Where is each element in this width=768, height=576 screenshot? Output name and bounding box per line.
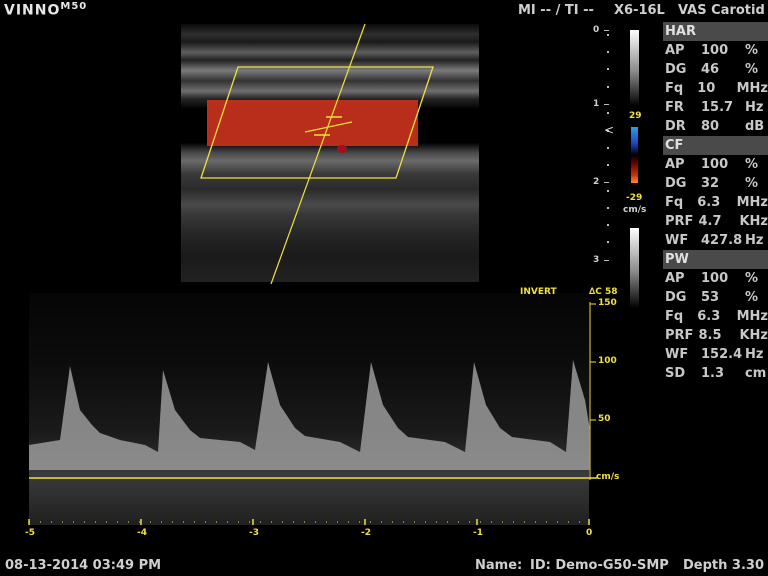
depth-readout: Depth 3.30 — [683, 558, 764, 573]
invert-label: INVERT — [520, 287, 557, 297]
param-row: AP 100% — [665, 157, 759, 172]
color-scale-unit: cm/s — [623, 205, 647, 215]
focus-marker-icon: < — [604, 123, 614, 137]
har-section-title: HAR — [663, 22, 768, 41]
param-row: PRF 8.5 KHz — [665, 328, 768, 343]
patient-id: ID: Demo-G50-SMP — [530, 558, 669, 573]
spectral-waveform — [29, 360, 590, 470]
datetime: 08-13-2014 03:49 PM — [5, 558, 162, 573]
param-row: DG 32% — [665, 176, 759, 191]
param-row: PRF 4.7 KHz — [665, 214, 768, 229]
spectral-gray-map — [630, 228, 639, 308]
velocity-label-150: 150 — [598, 298, 617, 308]
time-label: -5 — [25, 528, 35, 538]
param-row: DG 46% — [665, 62, 759, 77]
cf-section-title: CF — [663, 136, 768, 155]
time-label: -4 — [137, 528, 147, 538]
depth-label-0: 0 — [593, 25, 600, 35]
color-scale-bottom: -29 — [626, 193, 643, 203]
patient-name-label: Name: — [475, 558, 523, 573]
param-row: FR 15.7 Hz — [665, 100, 764, 115]
time-label: -3 — [249, 528, 259, 538]
velocity-label-50: 50 — [598, 414, 611, 424]
depth-ticks — [604, 30, 609, 261]
color-box — [200, 66, 434, 179]
param-row: WF 152.4 Hz — [665, 347, 764, 362]
param-row: DG 53% — [665, 290, 759, 305]
param-row: AP 100% — [665, 271, 759, 286]
depth-label-1: 1 — [593, 99, 600, 109]
velocity-unit: cm/s — [596, 472, 620, 482]
param-row: SD 1.3 cm — [665, 366, 767, 381]
angle-label: ∆C 58 — [589, 287, 618, 297]
doppler-cursor-line — [270, 23, 366, 285]
time-ticks — [28, 519, 590, 525]
param-row: Fq 6.3 MHz — [665, 309, 768, 324]
params-panel: HAR AP 100% DG 46% Fq 10 MHz FR 15.7 Hz DR 80 dB… — [663, 22, 768, 383]
velocity-ticks — [590, 303, 596, 479]
overlay-graphics: < — [28, 23, 614, 525]
time-label: -1 — [473, 528, 483, 538]
depth-label-3: 3 — [593, 255, 600, 265]
velocity-label-100: 100 — [598, 356, 617, 366]
time-label: -2 — [361, 528, 371, 538]
depth-label-2: 2 — [593, 177, 600, 187]
param-row: WF 427.8 Hz — [665, 233, 764, 248]
pw-section-title: PW — [663, 250, 768, 269]
color-velocity-bar — [631, 127, 638, 183]
param-row: DR 80 dB — [665, 119, 765, 134]
time-label: 0 — [586, 528, 593, 538]
bmode-gray-map — [630, 30, 639, 106]
color-scale-top: 29 — [629, 111, 642, 121]
param-row: AP 100% — [665, 43, 759, 58]
param-row: Fq 10 MHz — [665, 81, 768, 96]
param-row: Fq 6.3 MHz — [665, 195, 768, 210]
